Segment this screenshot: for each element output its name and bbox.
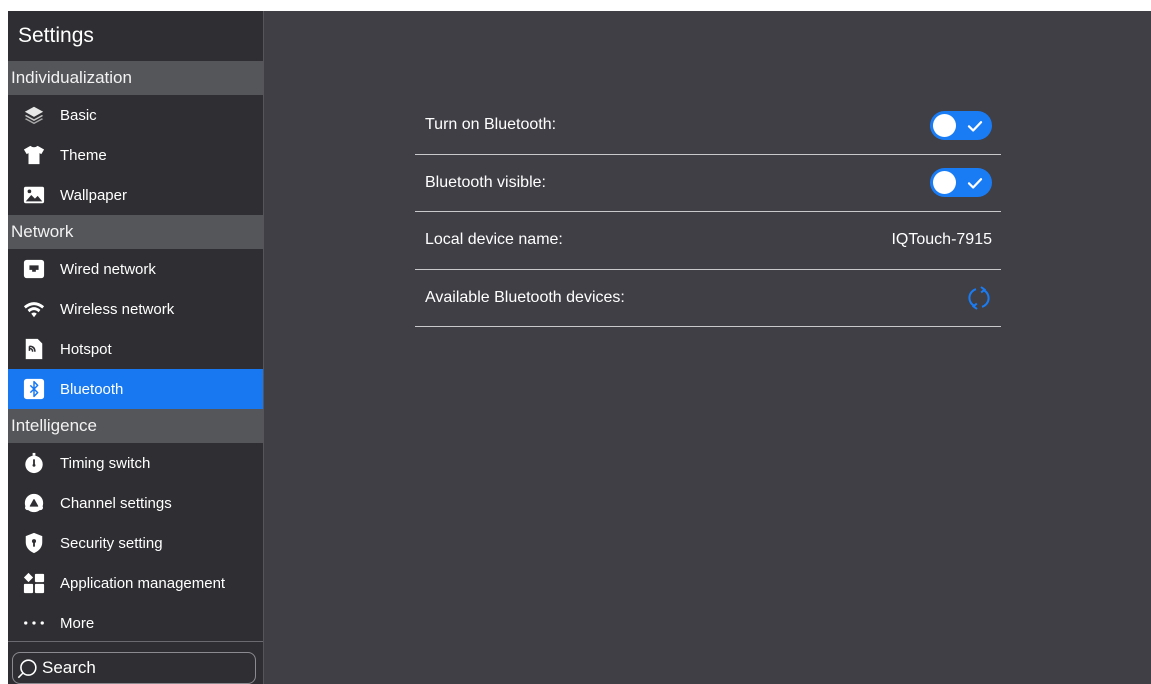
section-header-network: Network (8, 215, 263, 249)
toggle-knob (933, 171, 956, 195)
sidebar-item-theme[interactable]: Theme (8, 135, 263, 175)
tshirt-icon (22, 143, 46, 167)
sidebar-title: Settings (18, 24, 94, 47)
section-header-intelligence: Intelligence (8, 409, 263, 443)
row-available-devices: Available Bluetooth devices: (415, 270, 1001, 327)
device-name-value: IQTouch-7915 (891, 231, 992, 249)
sidebar-item-label: Theme (60, 146, 107, 164)
sidebar-item-more[interactable]: More (8, 603, 263, 643)
checkmark-icon (967, 178, 983, 189)
checkmark-icon (967, 120, 983, 132)
search-box[interactable] (12, 652, 256, 684)
row-local-device-name[interactable]: Local device name: IQTouch-7915 (415, 212, 1001, 270)
sidebar-item-label: Security setting (60, 534, 163, 552)
sidebar-item-label: Bluetooth (60, 380, 124, 398)
sidebar: Settings Individualization Basic Theme W… (8, 11, 264, 684)
layers-icon (22, 103, 46, 127)
channel-icon (22, 491, 46, 515)
search-area (8, 641, 263, 684)
sidebar-item-label: More (60, 614, 95, 632)
settings-window: Settings Individualization Basic Theme W… (8, 11, 1151, 684)
sidebar-item-basic[interactable]: Basic (8, 95, 263, 135)
search-input[interactable] (42, 658, 222, 678)
sidebar-item-label: Wallpaper (60, 186, 127, 204)
stopwatch-icon (22, 451, 46, 475)
sidebar-item-label: Wired network (60, 260, 156, 278)
bluetooth-toggle[interactable] (930, 110, 992, 140)
sidebar-item-label: Hotspot (60, 340, 112, 358)
ethernet-icon (22, 257, 46, 281)
shield-icon (22, 531, 46, 555)
sidebar-item-security-setting[interactable]: Security setting (8, 523, 263, 563)
sidebar-item-application-management[interactable]: Application management (8, 563, 263, 603)
sidebar-item-label: Channel settings (60, 494, 172, 512)
sidebar-item-label: Wireless network (60, 300, 175, 318)
image-icon (22, 183, 46, 207)
sidebar-item-label: Timing switch (60, 454, 151, 472)
apps-icon (22, 571, 46, 595)
hotspot-icon (22, 337, 46, 361)
device-name-label: Local device name: (425, 231, 563, 249)
row-bluetooth-visible: Bluetooth visible: (415, 155, 1001, 212)
toggle-knob (933, 113, 956, 137)
sidebar-item-hotspot[interactable]: Hotspot (8, 329, 263, 369)
available-devices-label: Available Bluetooth devices: (425, 288, 625, 306)
row-turn-on-bluetooth: Turn on Bluetooth: (415, 97, 1001, 155)
bluetooth-visible-label: Bluetooth visible: (425, 173, 546, 191)
sidebar-item-timing-switch[interactable]: Timing switch (8, 443, 263, 483)
sidebar-item-label: Basic (60, 106, 97, 124)
visibility-toggle[interactable] (930, 168, 992, 198)
sidebar-item-channel-settings[interactable]: Channel settings (8, 483, 263, 523)
bluetooth-settings-panel: Turn on Bluetooth: Bluetooth visible: Lo… (264, 11, 1151, 684)
wifi-icon (22, 297, 46, 321)
search-icon (17, 658, 37, 678)
sidebar-item-bluetooth[interactable]: Bluetooth (8, 369, 263, 409)
bluetooth-icon (22, 377, 46, 401)
refresh-icon[interactable] (966, 285, 992, 311)
turn-on-bluetooth-label: Turn on Bluetooth: (425, 116, 557, 134)
sidebar-item-wired-network[interactable]: Wired network (8, 249, 263, 289)
sidebar-item-wireless-network[interactable]: Wireless network (8, 289, 263, 329)
sidebar-item-label: Application management (60, 574, 226, 592)
section-header-individualization: Individualization (8, 61, 263, 95)
sidebar-item-wallpaper[interactable]: Wallpaper (8, 175, 263, 215)
bluetooth-settings-list: Turn on Bluetooth: Bluetooth visible: Lo… (415, 97, 1001, 327)
more-dots-icon (22, 611, 46, 635)
